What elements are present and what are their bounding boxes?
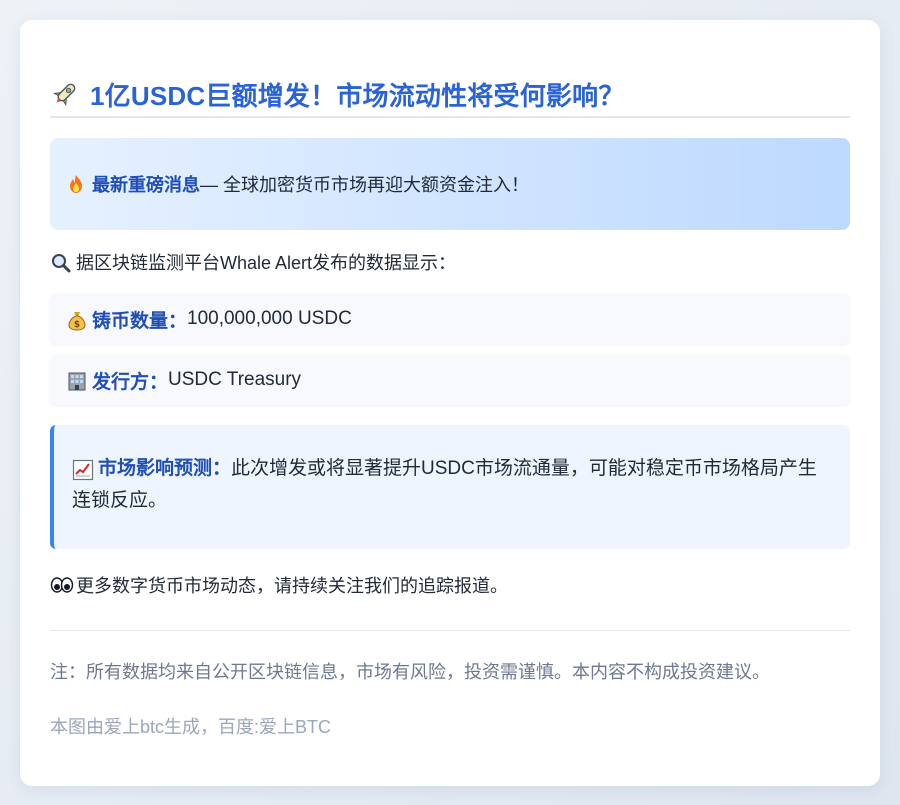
footer-divider <box>50 630 850 631</box>
article-card: 1亿USDC巨额增发！市场流动性将受何影响？ 最新重磅消息 — 全球加密货币市场… <box>20 20 880 786</box>
chart-up-icon <box>72 459 94 481</box>
mint-amount-label: 铸币数量： <box>92 310 188 332</box>
rocket-icon <box>50 79 80 109</box>
source-line: 据区块链监测平台Whale Alert发布的数据显示： <box>50 248 456 276</box>
issuer-value: USDC Treasury <box>168 369 302 390</box>
office-building-icon <box>66 370 86 391</box>
page-title: 1亿USDC巨额增发！市场流动性将受何影响？ <box>90 80 625 111</box>
follow-line: 更多数字货币市场动态，请持续关注我们的追踪报道。 <box>50 570 508 600</box>
source-text: 据区块链监测平台Whale Alert发布的数据显示： <box>76 253 457 273</box>
fire-icon <box>66 174 86 194</box>
follow-text: 更多数字货币市场动态，请持续关注我们的追踪报道。 <box>76 576 508 596</box>
magnifier-icon <box>50 252 71 273</box>
generator-credit: 本图由爱上btc生成，百度:爱上BTC <box>50 717 332 737</box>
stat-row-mint-amount: $ 铸币数量： 100,000,000 USDC <box>50 294 850 344</box>
svg-text:$: $ <box>74 320 80 330</box>
disclaimer-note: 注：所有数据均来自公开区块链信息，市场有风险，投资需谨慎。本内容不构成投资建议。 <box>50 662 770 682</box>
breaking-news-label: 最新重磅消息 <box>92 175 200 195</box>
stat-row-issuer: 发行方： USDC Treasury <box>50 355 850 405</box>
breaking-news-banner: 最新重磅消息 — 全球加密货币市场再迎大额资金注入！ <box>50 138 850 230</box>
market-impact-callout: 市场影响预测：此次增发或将显著提升USDC市场流通量，可能对稳定币市场格局产生连… <box>50 425 850 549</box>
issuer-label: 发行方： <box>92 371 169 393</box>
money-bag-icon: $ <box>66 309 86 331</box>
eyes-icon <box>50 575 74 595</box>
market-impact-label: 市场影响预测： <box>98 458 232 479</box>
mint-amount-value: 100,000,000 USDC <box>187 308 352 329</box>
breaking-news-text: — 全球加密货币市场再迎大额资金注入！ <box>200 175 529 195</box>
page-header: 1亿USDC巨额增发！市场流动性将受何影响？ <box>50 72 850 118</box>
